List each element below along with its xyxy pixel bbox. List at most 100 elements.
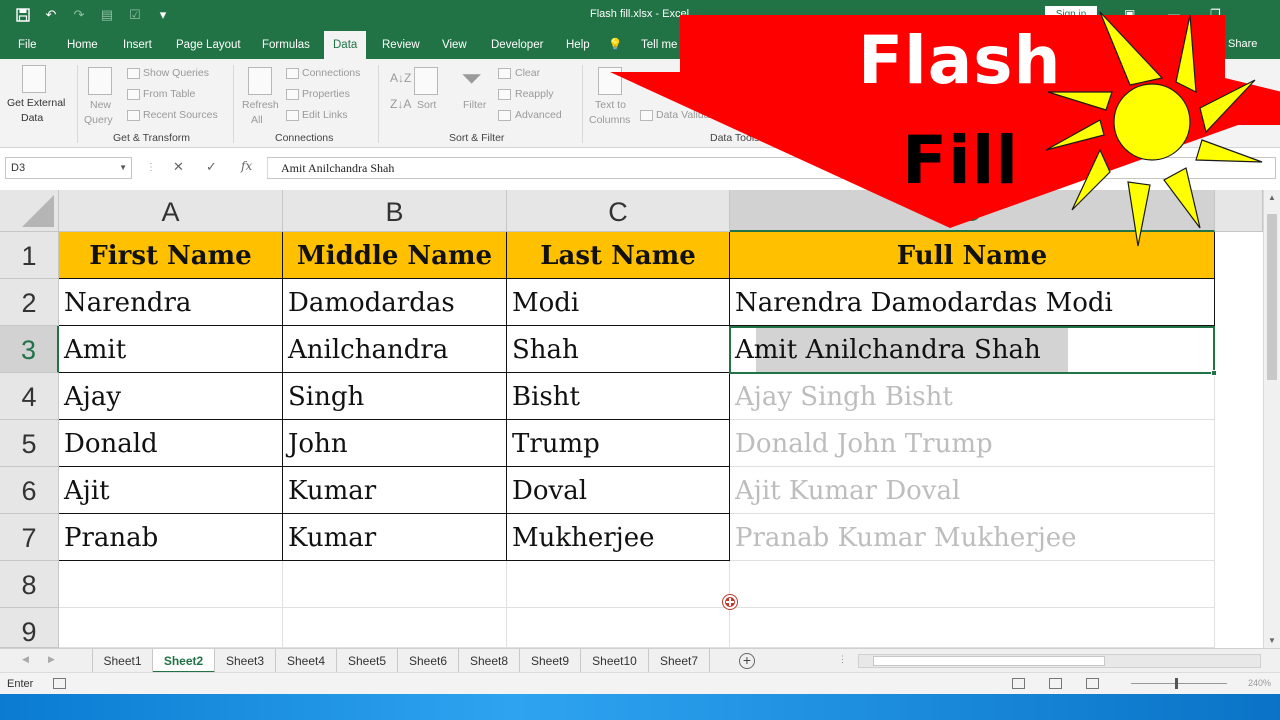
horizontal-scroll-thumb[interactable] — [873, 656, 1105, 666]
tab-tell-me[interactable]: Tell me — [632, 31, 686, 59]
sheet-tab-sheet5[interactable]: Sheet5 — [337, 649, 398, 673]
undo-icon[interactable]: ↶ — [42, 6, 60, 24]
filter-button[interactable]: Filter — [463, 99, 486, 111]
row-header-5[interactable]: 5 — [0, 420, 59, 467]
cell-a8[interactable] — [59, 561, 283, 608]
customize-qat-icon[interactable]: ▾ — [154, 6, 172, 24]
edit-links-button[interactable]: Edit Links — [302, 109, 348, 121]
cell-d9[interactable] — [730, 608, 1215, 648]
cell-b8[interactable] — [283, 561, 507, 608]
sort-az-icon[interactable]: A↓Z — [390, 71, 411, 85]
add-sheet-button[interactable]: + — [739, 653, 755, 669]
data-validation-button[interactable]: Data Validati — [656, 109, 715, 121]
cancel-entry-icon[interactable]: ✕ — [173, 159, 184, 175]
recent-sources-button[interactable]: Recent Sources — [143, 109, 218, 121]
reapply-button[interactable]: Reapply — [515, 88, 554, 100]
ribbon-display-icon[interactable]: ▣ — [1124, 7, 1135, 21]
cell-c8[interactable] — [507, 561, 730, 608]
cell-c5[interactable]: Trump — [507, 420, 730, 467]
cell-c4[interactable]: Bisht — [507, 373, 730, 420]
cell-d6-flash-fill-preview[interactable]: Ajit Kumar Doval — [730, 467, 1215, 514]
cell-c9[interactable] — [507, 608, 730, 648]
show-queries-button[interactable]: Show Queries — [143, 67, 209, 79]
vertical-scrollbar[interactable]: ▲ ▼ — [1263, 190, 1280, 648]
sort-za-icon[interactable]: Z↓A — [390, 97, 411, 111]
chevron-down-icon[interactable]: ▼ — [119, 158, 127, 178]
advanced-button[interactable]: Advanced — [515, 109, 562, 121]
sheet-tab-sheet7[interactable]: Sheet7 — [649, 649, 710, 673]
row-header-4[interactable]: 4 — [0, 373, 59, 420]
prev-sheet-icon[interactable]: ◀ — [22, 654, 29, 665]
cell-a9[interactable] — [59, 608, 283, 648]
cell-c3[interactable]: Shah — [507, 326, 730, 373]
connections-button[interactable]: Connections — [302, 67, 360, 79]
page-break-view-icon[interactable] — [1086, 678, 1099, 689]
tab-review[interactable]: Review — [373, 31, 429, 59]
form-icon[interactable]: ▤ — [98, 6, 116, 24]
select-all-button[interactable] — [0, 190, 59, 232]
tab-formulas[interactable]: Formulas — [253, 31, 319, 59]
sheet-tab-sheet2[interactable]: Sheet2 — [153, 649, 215, 673]
horizontal-scrollbar[interactable] — [858, 654, 1261, 668]
row-header-1[interactable]: 1 — [0, 232, 59, 279]
scroll-down-icon[interactable]: ▼ — [1268, 636, 1276, 645]
sheet-tab-sheet1[interactable]: Sheet1 — [92, 649, 153, 673]
cell-d7-flash-fill-preview[interactable]: Pranab Kumar Mukherjee — [730, 514, 1215, 561]
cell-a2[interactable]: Narendra — [59, 279, 283, 326]
column-header-b[interactable]: B — [283, 190, 507, 232]
zoom-slider-knob[interactable] — [1175, 678, 1178, 689]
tab-insert[interactable]: Insert — [114, 31, 161, 59]
sheet-tab-sheet6[interactable]: Sheet6 — [398, 649, 459, 673]
row-header-2[interactable]: 2 — [0, 279, 59, 326]
vertical-scroll-thumb[interactable] — [1267, 214, 1277, 380]
cell-a3[interactable]: Amit — [59, 326, 283, 373]
tab-file[interactable]: File — [9, 31, 46, 59]
cell-b7[interactable]: Kumar — [283, 514, 507, 561]
cell-b1[interactable]: Middle Name — [283, 232, 507, 279]
cell-d4-flash-fill-preview[interactable]: Ajay Singh Bisht — [730, 373, 1215, 420]
tab-data[interactable]: Data — [324, 31, 367, 59]
formula-input[interactable]: Amit Anilchandra Shah — [267, 157, 1276, 179]
sheet-tab-sheet8[interactable]: Sheet8 — [459, 649, 520, 673]
row-header-7[interactable]: 7 — [0, 514, 59, 561]
zoom-slider[interactable] — [1131, 678, 1227, 689]
refresh-all-button[interactable]: Refresh — [242, 99, 279, 111]
share-button[interactable]: Share — [1228, 38, 1257, 50]
column-header-a[interactable]: A — [59, 190, 283, 232]
cell-d2[interactable]: Narendra Damodardas Modi — [730, 279, 1215, 326]
new-query-button[interactable]: New — [90, 99, 111, 111]
save-icon[interactable] — [14, 6, 32, 24]
cell-a4[interactable]: Ajay — [59, 373, 283, 420]
cell-c1[interactable]: Last Name — [507, 232, 730, 279]
cell-b2[interactable]: Damodardas — [283, 279, 507, 326]
zoom-level[interactable]: 240% — [1248, 678, 1271, 688]
from-table-button[interactable]: From Table — [143, 88, 195, 100]
sheet-tab-sheet10[interactable]: Sheet10 — [581, 649, 649, 673]
insert-function-icon[interactable]: fx — [241, 159, 252, 173]
sheet-tab-sheet4[interactable]: Sheet4 — [276, 649, 337, 673]
cell-a5[interactable]: Donald — [59, 420, 283, 467]
text-to-columns-button[interactable]: Text to — [595, 99, 626, 111]
next-sheet-icon[interactable]: ▶ — [48, 654, 55, 665]
tab-page-layout[interactable]: Page Layout — [167, 31, 250, 59]
cell-c2[interactable]: Modi — [507, 279, 730, 326]
page-layout-view-icon[interactable] — [1049, 678, 1062, 689]
checkbox-icon[interactable]: ☑ — [126, 6, 144, 24]
tab-home[interactable]: Home — [58, 31, 107, 59]
cell-a6[interactable]: Ajit — [59, 467, 283, 514]
cell-b6[interactable]: Kumar — [283, 467, 507, 514]
clear-button[interactable]: Clear — [515, 67, 540, 79]
scroll-up-icon[interactable]: ▲ — [1268, 193, 1276, 202]
redo-icon[interactable]: ↷ — [70, 6, 88, 24]
normal-view-icon[interactable] — [1012, 678, 1025, 689]
row-header-8[interactable]: 8 — [0, 561, 59, 608]
cell-d3[interactable]: Amit Anilchandra Shah — [730, 326, 1215, 373]
cell-d8[interactable] — [730, 561, 1215, 608]
cell-a7[interactable]: Pranab — [59, 514, 283, 561]
confirm-entry-icon[interactable]: ✓ — [206, 159, 217, 175]
sort-button[interactable]: Sort — [417, 99, 436, 111]
cell-d5-flash-fill-preview[interactable]: Donald John Trump — [730, 420, 1215, 467]
cell-b9[interactable] — [283, 608, 507, 648]
minimize-icon[interactable]: — — [1168, 7, 1180, 21]
sheet-tab-sheet3[interactable]: Sheet3 — [215, 649, 276, 673]
